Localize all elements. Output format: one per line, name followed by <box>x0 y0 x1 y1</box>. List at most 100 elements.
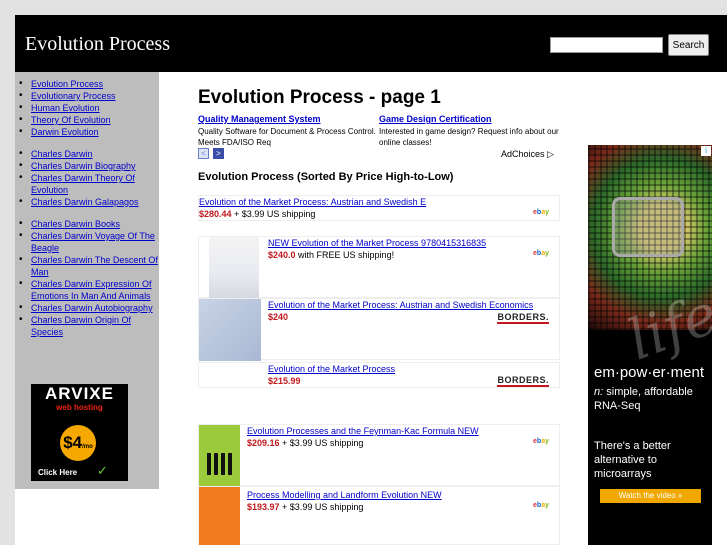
page-content: Evolution Process Evolutionary Process H… <box>15 72 727 545</box>
sidebar-item: Charles Darwin Expression Of Emotions In… <box>19 278 159 302</box>
product-price: $240 <box>268 312 289 322</box>
sidebar-item: Charles Darwin The Descent Of Man <box>19 254 159 278</box>
sidebar-item: Charles Darwin Theory Of Evolution <box>19 172 159 196</box>
skyscraper-ad[interactable]: life i em·pow·er·ment n: simple, afforda… <box>588 145 712 545</box>
sidebar-link-voyage-of-beagle[interactable]: Charles Darwin Voyage Of The Beagle <box>31 231 155 253</box>
sidebar-group-darwin: Charles Darwin Charles Darwin Biography … <box>19 148 159 208</box>
arvixe-banner-ad[interactable]: ARVIXE web hosting $4/mo Click Here ✓ <box>31 384 128 481</box>
product-price: $193.97 <box>247 502 280 512</box>
sidebar-item: Charles Darwin Autobiography <box>19 302 159 314</box>
sidebar-group-books: Charles Darwin Books Charles Darwin Voya… <box>19 218 159 338</box>
product-price: $240.0 <box>268 250 296 260</box>
book-cover-image[interactable] <box>199 487 240 545</box>
sidebar-item: Human Evolution <box>19 102 159 114</box>
product-price-line: $193.97 + $3.99 US shipping <box>247 502 363 512</box>
site-title: Evolution Process <box>25 33 170 55</box>
ebay-logo-icon: ebay <box>533 209 549 216</box>
borders-logo: BORDERS. <box>497 375 549 387</box>
sidebar-link-darwin-evolution[interactable]: Darwin Evolution <box>31 127 99 137</box>
ad-definition: n: simple, affordable RNA-Seq <box>594 385 710 413</box>
sidebar-item: Charles Darwin Voyage Of The Beagle <box>19 230 159 254</box>
sidebar-link-descent-of-man[interactable]: Charles Darwin The Descent Of Man <box>31 255 158 277</box>
search-input[interactable] <box>550 37 663 53</box>
ebay-logo-icon: ebay <box>533 502 549 509</box>
ebay-logo-icon: ebay <box>533 438 549 445</box>
sidebar-link-theory-of-evolution[interactable]: Theory Of Evolution <box>31 115 111 125</box>
sidebar-link-evolutionary-process[interactable]: Evolutionary Process <box>31 91 116 101</box>
arvixe-click-here: Click Here <box>38 468 78 477</box>
product-item: Evolution of the Market Process: Austria… <box>198 195 560 221</box>
product-link[interactable]: Evolution of the Market Process <box>268 364 395 374</box>
site-header: Evolution Process Search <box>15 15 727 72</box>
search-button[interactable]: Search <box>668 34 709 56</box>
sidebar-link-darwin-galapagos[interactable]: Charles Darwin Galapagos <box>31 197 139 207</box>
ad-watch-video-button[interactable]: Watch the video » <box>600 489 701 503</box>
page-title: Evolution Process - page 1 <box>198 87 441 108</box>
sidebar: Evolution Process Evolutionary Process H… <box>15 72 159 489</box>
sidebar-group-evolution: Evolution Process Evolutionary Process H… <box>19 78 159 138</box>
ebay-logo-icon: ebay <box>533 250 549 257</box>
cover-pattern <box>207 453 232 475</box>
arvixe-subtitle: web hosting <box>56 403 103 412</box>
product-link[interactable]: Evolution of the Market Process: Austria… <box>268 300 533 310</box>
borders-logo: BORDERS. <box>497 312 549 324</box>
ad-alternative-text: There's a better alternative to microarr… <box>594 440 671 480</box>
text-ad-2-text: Interested in game design? Request info … <box>379 127 559 147</box>
sidebar-item: Darwin Evolution <box>19 126 159 138</box>
sidebar-link-origin-of-species[interactable]: Charles Darwin Origin Of Species <box>31 315 131 337</box>
product-price-line: $209.16 + $3.99 US shipping <box>247 438 363 448</box>
sidebar-item: Charles Darwin Origin Of Species <box>19 314 159 338</box>
arvixe-logo: ARVIXE <box>45 384 114 403</box>
product-shipping: + $3.99 US shipping <box>231 209 316 219</box>
ad-info-icon[interactable]: i <box>701 146 711 156</box>
ad-definition-lead: n: <box>594 386 604 398</box>
product-price-line: $280.44 + $3.99 US shipping <box>199 209 315 219</box>
text-ad-1-link[interactable]: Quality Management System <box>198 114 378 124</box>
product-price: $209.16 <box>247 438 280 448</box>
text-ad-1-text: Quality Software for Document & Process … <box>198 127 376 147</box>
product-link[interactable]: Evolution Processes and the Feynman-Kac … <box>247 426 479 436</box>
book-cover-image[interactable] <box>199 299 261 361</box>
text-ad-1: Quality Management System Quality Softwa… <box>198 114 378 148</box>
product-price-line: $215.99 <box>268 376 301 386</box>
book-cover-image[interactable] <box>199 425 240 487</box>
text-ad-2-link[interactable]: Game Design Certification <box>379 114 559 124</box>
sidebar-link-darwin-theory[interactable]: Charles Darwin Theory Of Evolution <box>31 173 135 195</box>
product-shipping: with FREE US shipping! <box>295 250 395 260</box>
sidebar-item: Theory Of Evolution <box>19 114 159 126</box>
sidebar-item: Evolutionary Process <box>19 90 159 102</box>
product-price-line: $240.0 with FREE US shipping! <box>268 250 394 260</box>
product-link[interactable]: Evolution of the Market Process: Austria… <box>199 197 426 207</box>
section-heading: Evolution Process (Sorted By Price High-… <box>198 171 454 183</box>
product-item: Process Modelling and Landform Evolution… <box>198 486 560 545</box>
product-price-line: $240 <box>268 312 288 322</box>
product-item: NEW Evolution of the Market Process 9780… <box>198 236 560 299</box>
ad-next-button[interactable]: > <box>213 148 224 159</box>
book-cover-image[interactable] <box>209 237 259 299</box>
product-link[interactable]: Process Modelling and Landform Evolution… <box>247 490 442 500</box>
arvixe-price-badge: $4/mo <box>60 425 96 461</box>
product-shipping: + $3.99 US shipping <box>279 438 364 448</box>
product-item: Evolution of the Market Process $215.99 … <box>198 362 560 388</box>
ad-chip-image <box>612 197 684 257</box>
text-ad-2: Game Design Certification Interested in … <box>379 114 559 148</box>
product-price: $215.99 <box>268 376 301 386</box>
adchoices-link[interactable]: AdChoices ▷ <box>501 149 554 160</box>
sidebar-link-darwin-books[interactable]: Charles Darwin Books <box>31 219 120 229</box>
ad-definition-text: simple, affordable RNA-Seq <box>594 386 693 412</box>
sidebar-item: Evolution Process <box>19 78 159 90</box>
product-shipping: + $3.99 US shipping <box>279 502 364 512</box>
ad-headline: em·pow·er·ment <box>594 364 705 381</box>
product-link[interactable]: NEW Evolution of the Market Process 9780… <box>268 238 486 248</box>
product-item: Evolution Processes and the Feynman-Kac … <box>198 424 560 487</box>
sidebar-link-human-evolution[interactable]: Human Evolution <box>31 103 100 113</box>
sidebar-link-expression-of-emotions[interactable]: Charles Darwin Expression Of Emotions In… <box>31 279 152 301</box>
sidebar-link-charles-darwin[interactable]: Charles Darwin <box>31 149 93 159</box>
sidebar-item: Charles Darwin Biography <box>19 160 159 172</box>
ad-prev-button[interactable]: < <box>198 148 209 159</box>
product-price: $280.44 <box>199 209 232 219</box>
sidebar-link-evolution-process[interactable]: Evolution Process <box>31 79 103 89</box>
sidebar-item: Charles Darwin <box>19 148 159 160</box>
sidebar-link-autobiography[interactable]: Charles Darwin Autobiography <box>31 303 153 313</box>
sidebar-link-darwin-biography[interactable]: Charles Darwin Biography <box>31 161 136 171</box>
